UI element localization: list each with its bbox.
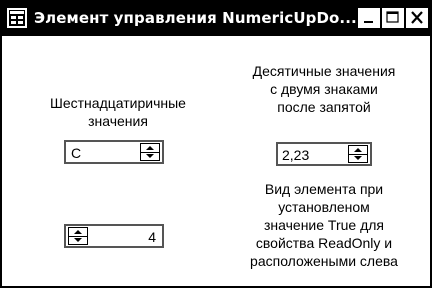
hex-caption-line: Шестнадцатиричные: [50, 95, 186, 111]
decimal-decrement-button[interactable]: [349, 154, 367, 162]
readonly-value-field: 4: [148, 229, 156, 245]
minimize-icon: [364, 21, 373, 23]
window-app-icon[interactable]: [7, 8, 27, 28]
readonly-caption-line: расположеными слева: [250, 253, 398, 269]
minimize-button[interactable]: [358, 8, 380, 28]
readonly-caption-line: Вид элемента при: [264, 181, 384, 197]
readonly-decrement-button[interactable]: [69, 236, 87, 244]
readonly-caption-line: установленом: [278, 199, 370, 215]
hex-value-field[interactable]: C: [71, 144, 81, 162]
readonly-caption-line: свойства ReadOnly и: [255, 235, 393, 251]
hex-numeric-updown[interactable]: C: [64, 140, 164, 164]
decimal-caption-line: после запятой: [277, 99, 371, 115]
readonly-caption: Вид элемента при установленом значение T…: [234, 180, 414, 270]
maximize-icon: [386, 11, 399, 23]
arrow-up-icon: [74, 230, 82, 234]
close-icon: [411, 11, 423, 24]
hex-spin-buttons: [140, 143, 160, 161]
decimal-spin-buttons: [348, 145, 368, 163]
hex-caption-line: значения: [88, 113, 148, 129]
readonly-numeric-updown[interactable]: 4: [64, 224, 164, 248]
decimal-value-field[interactable]: 2,23: [282, 146, 309, 164]
readonly-spin-buttons: [68, 227, 88, 245]
arrow-down-icon: [354, 156, 362, 160]
hex-decrement-button[interactable]: [141, 152, 159, 160]
arrow-up-icon: [354, 148, 362, 152]
app-window: Элемент управления NumericUpDo... Шестна…: [0, 0, 432, 288]
title-bar[interactable]: Элемент управления NumericUpDo...: [2, 2, 430, 36]
decimal-caption-line: Десятичные значения: [252, 63, 396, 79]
arrow-down-icon: [74, 238, 82, 242]
decimal-caption-line: с двумя знаками: [270, 81, 378, 97]
arrow-down-icon: [146, 154, 154, 158]
decimal-numeric-updown[interactable]: 2,23: [276, 142, 372, 166]
window-title: Элемент управления NumericUpDo...: [34, 9, 357, 27]
decimal-caption: Десятичные значения с двумя знаками посл…: [234, 62, 414, 116]
arrow-up-icon: [146, 146, 154, 150]
close-button[interactable]: [406, 8, 428, 28]
maximize-button[interactable]: [382, 8, 404, 28]
readonly-caption-line: значение True для: [263, 217, 384, 233]
hex-caption: Шестнадцатиричные значения: [32, 94, 204, 130]
